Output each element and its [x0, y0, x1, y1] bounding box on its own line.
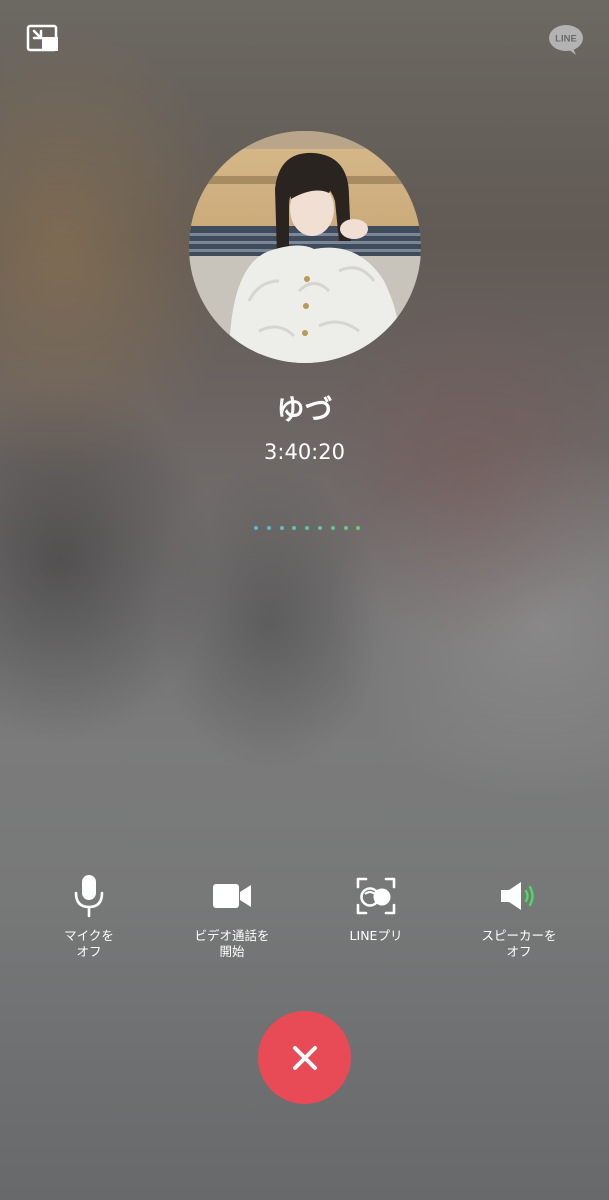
signal-dot [292, 526, 297, 530]
signal-dot [330, 526, 335, 530]
exit-fullscreen-icon [26, 24, 58, 52]
speaker-icon [501, 882, 534, 910]
mute-mic-label-line2: オフ [76, 944, 102, 959]
line-puri-icon [356, 877, 396, 915]
mute-mic-button[interactable]: マイクを オフ [24, 874, 154, 960]
end-call-button[interactable] [258, 1011, 351, 1104]
signal-dot [254, 526, 258, 530]
signal-dot [356, 526, 361, 530]
start-video-label-line2: 開始 [219, 944, 245, 959]
speaker-label-line2: オフ [506, 944, 532, 959]
signal-dot [279, 526, 284, 530]
mute-mic-label-line1: マイクを [64, 928, 114, 943]
caller-avatar [189, 131, 421, 363]
signal-dot [317, 526, 322, 530]
svg-text:LINE: LINE [555, 34, 577, 45]
signal-dot [305, 526, 310, 530]
close-icon [292, 1045, 317, 1070]
connection-indicator [254, 526, 361, 530]
line-puri-button[interactable]: LINEプリ [311, 874, 441, 944]
microphone-icon [74, 875, 104, 918]
start-video-label-line1: ビデオ通話を [194, 928, 270, 943]
signal-dot [343, 526, 348, 530]
speaker-label-line1: スピーカーを [481, 928, 557, 943]
call-duration: 3:40:20 [264, 440, 345, 464]
start-video-call-button[interactable]: ビデオ通話を 開始 [167, 874, 297, 960]
exit-pip-button[interactable] [26, 24, 60, 54]
signal-dot [266, 526, 271, 530]
caller-name: ゆづ [276, 393, 333, 426]
speaker-off-button[interactable]: スピーカーを オフ [454, 874, 584, 960]
video-camera-icon [213, 884, 251, 908]
line-logo: LINE [548, 24, 584, 56]
line-puri-label: LINEプリ [349, 928, 403, 943]
